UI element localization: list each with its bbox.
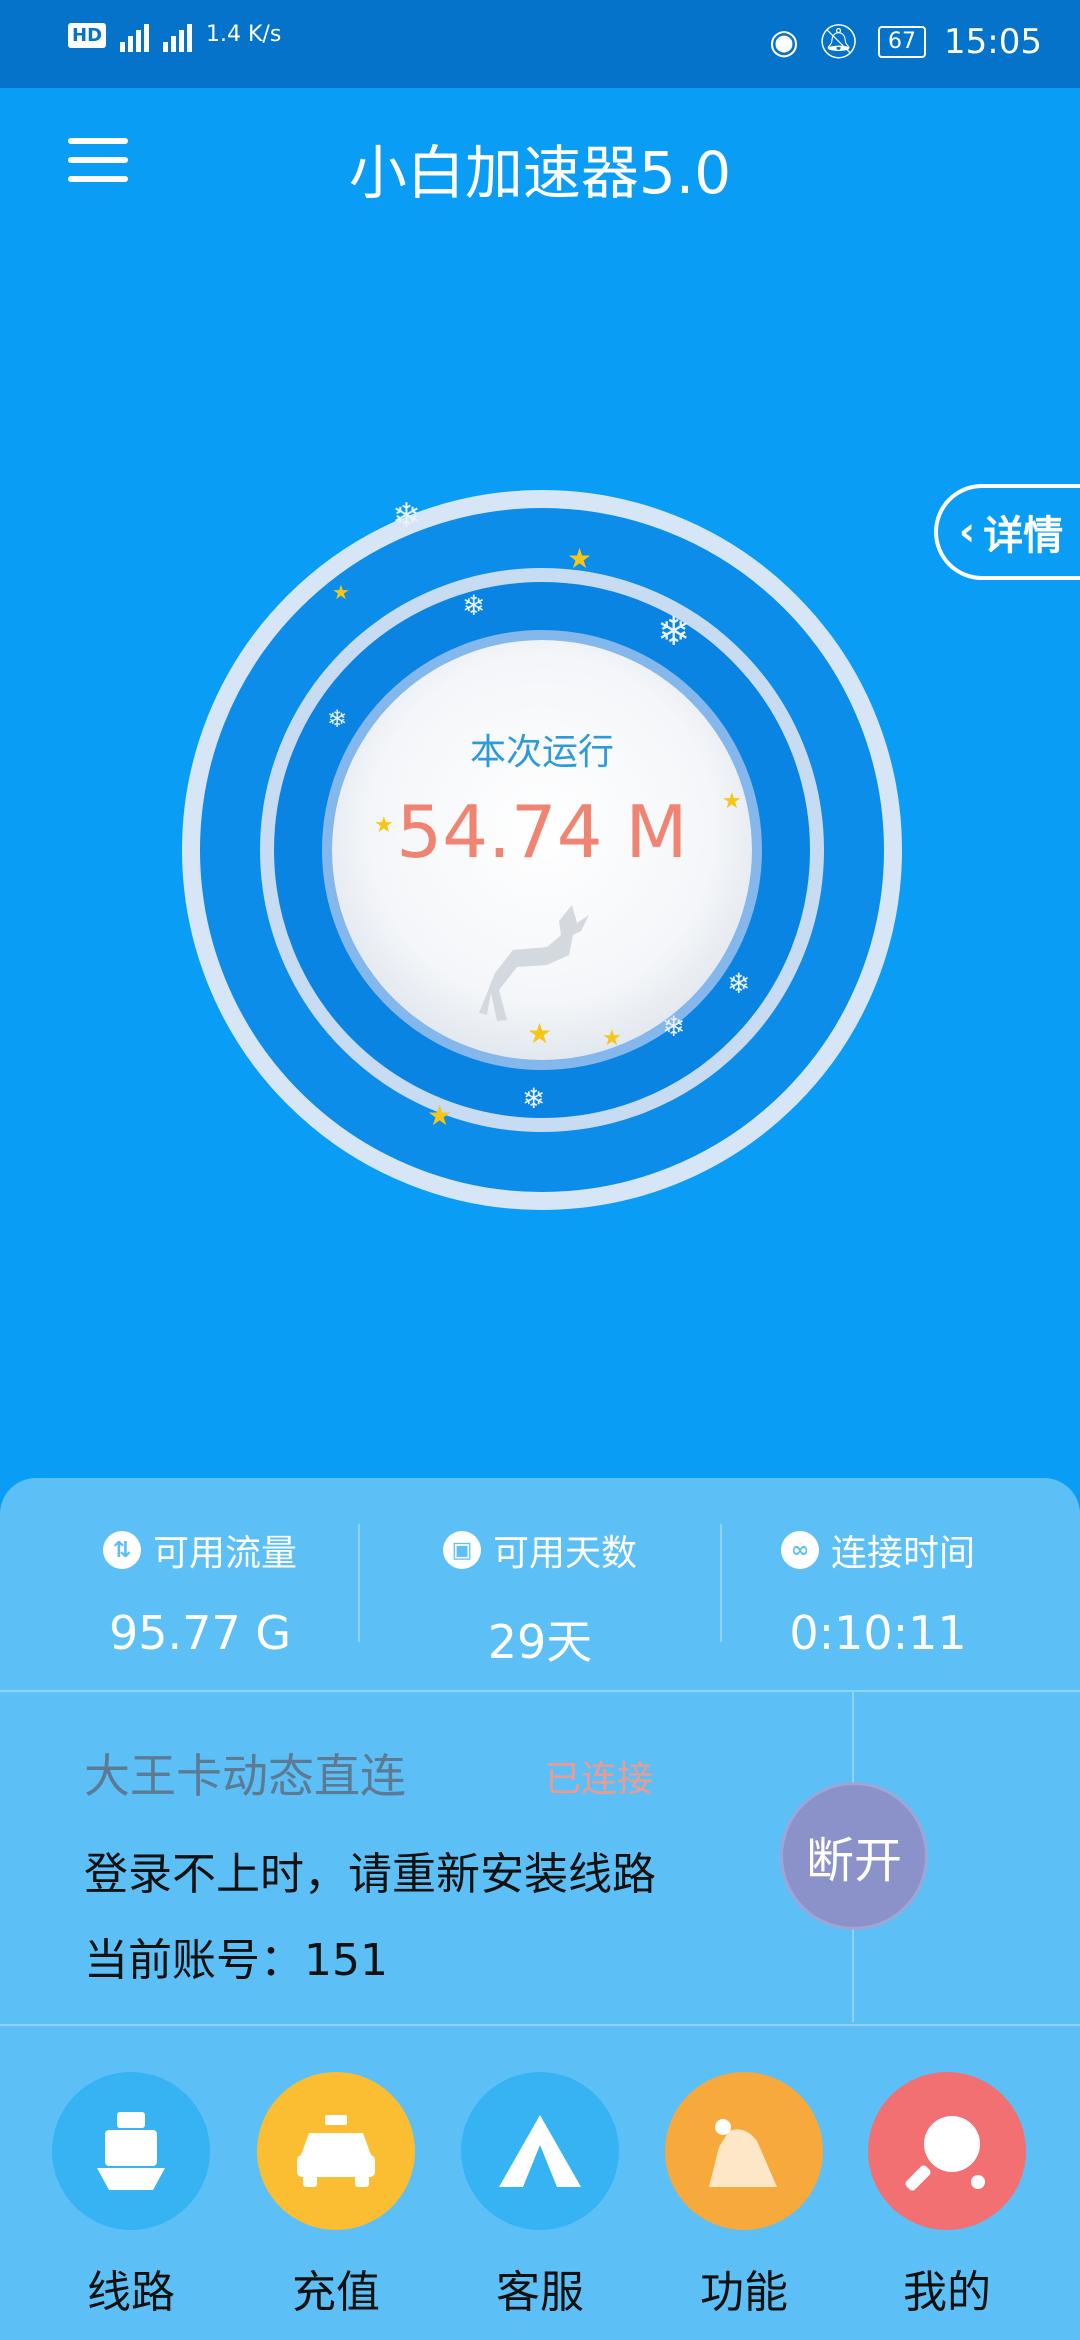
nav-label: 客服 (496, 2267, 584, 2318)
ping-pong-icon (868, 2072, 1026, 2230)
hd-indicator: HD (68, 22, 107, 48)
stat-value: 29天 (487, 1615, 593, 1669)
nav-item-routes[interactable]: 线路 (50, 2072, 212, 2320)
nav-item-support[interactable]: 客服 (459, 2072, 621, 2320)
eye-icon: ◉ (769, 22, 799, 62)
current-account: 当前账号：151 (84, 1935, 388, 1986)
signal-icon (163, 18, 193, 52)
nav-label: 功能 (700, 2267, 788, 2318)
star-icon: ★ (427, 1099, 453, 1132)
nav-label: 我的 (903, 2267, 991, 2318)
chevron-left-icon: ‹ (958, 509, 976, 555)
stat-available-days: ▣ 可用天数 29天 (360, 1524, 720, 1672)
snowflake-icon: ❄ (522, 1082, 546, 1115)
stat-value: 0:10:11 (789, 1606, 967, 1660)
snowflake-icon: ❄ (662, 1010, 686, 1043)
traffic-gauge: ❄ ★ ★ ❄ ❄ ❄ ★ ★ ❄ ❄ ★ ★ ❄ ★ 本次运行 54.74 M (182, 490, 902, 1210)
star-icon: ★ (567, 542, 593, 575)
details-tab[interactable]: ‹ 详情 (934, 484, 1080, 580)
tent-icon (461, 2072, 619, 2230)
nav-item-profile[interactable]: 我的 (866, 2072, 1028, 2320)
mute-bell-icon: 🔕︎ (816, 22, 861, 62)
battery-icon: 67 (878, 26, 927, 58)
stat-label: 可用天数 (492, 1533, 637, 1574)
snowflake-icon: ❄ (392, 496, 421, 536)
taxi-icon (257, 2072, 415, 2230)
session-traffic-value: 54.74 M (396, 790, 688, 874)
divider (0, 2024, 1080, 2026)
snowflake-icon: ❄ (727, 967, 751, 1000)
details-label: 详情 (983, 513, 1064, 559)
snowflake-icon: ❄ (657, 609, 691, 655)
reindeer-icon (479, 905, 589, 1021)
stat-connection-time: ∞ 连接时间 0:10:11 (698, 1524, 1058, 1660)
clock: 15:05 (944, 22, 1042, 62)
status-bar: HD 1.4 K/s ◉ 🔕︎ 67 15:05 (0, 0, 1080, 88)
stat-label: 连接时间 (830, 1533, 975, 1574)
signal-icon (120, 18, 150, 52)
disconnect-button[interactable]: 断开 (780, 1782, 928, 1930)
route-name: 大王卡动态直连 (84, 1749, 406, 1803)
nav-label: 线路 (87, 2267, 175, 2318)
stat-available-data: ⇅ 可用流量 95.77 G (20, 1524, 380, 1660)
data-transfer-icon: ⇅ (102, 1531, 141, 1569)
star-icon: ★ (332, 580, 350, 604)
network-rate: 1.4 K/s (206, 22, 282, 47)
snowflake-icon: ❄ (462, 589, 486, 622)
mountain-icon (665, 2072, 823, 2230)
connection-status: 已连接 (545, 1759, 654, 1800)
nav-item-recharge[interactable]: 充值 (255, 2072, 417, 2320)
bottom-nav: 线路 充值 客服 功能 我的 (0, 2072, 1080, 2340)
app-title: 小白加速器5.0 (348, 139, 732, 207)
reinstall-tip: 登录不上时，请重新安装线路 (84, 1849, 656, 1900)
session-label: 本次运行 (469, 732, 614, 773)
stat-label: 可用流量 (152, 1533, 297, 1574)
stats-row: ⇅ 可用流量 95.77 G ▣ 可用天数 29天 ∞ 连接时间 0:10:11 (0, 1478, 1080, 1690)
ship-icon (52, 2072, 210, 2230)
app-bar: 小白加速器5.0 (0, 88, 1080, 238)
nav-item-features[interactable]: 功能 (663, 2072, 825, 2320)
nav-label: 充值 (292, 2267, 380, 2318)
link-icon: ∞ (780, 1531, 819, 1569)
stat-value: 95.77 G (109, 1606, 291, 1660)
calendar-icon: ▣ (442, 1531, 481, 1569)
